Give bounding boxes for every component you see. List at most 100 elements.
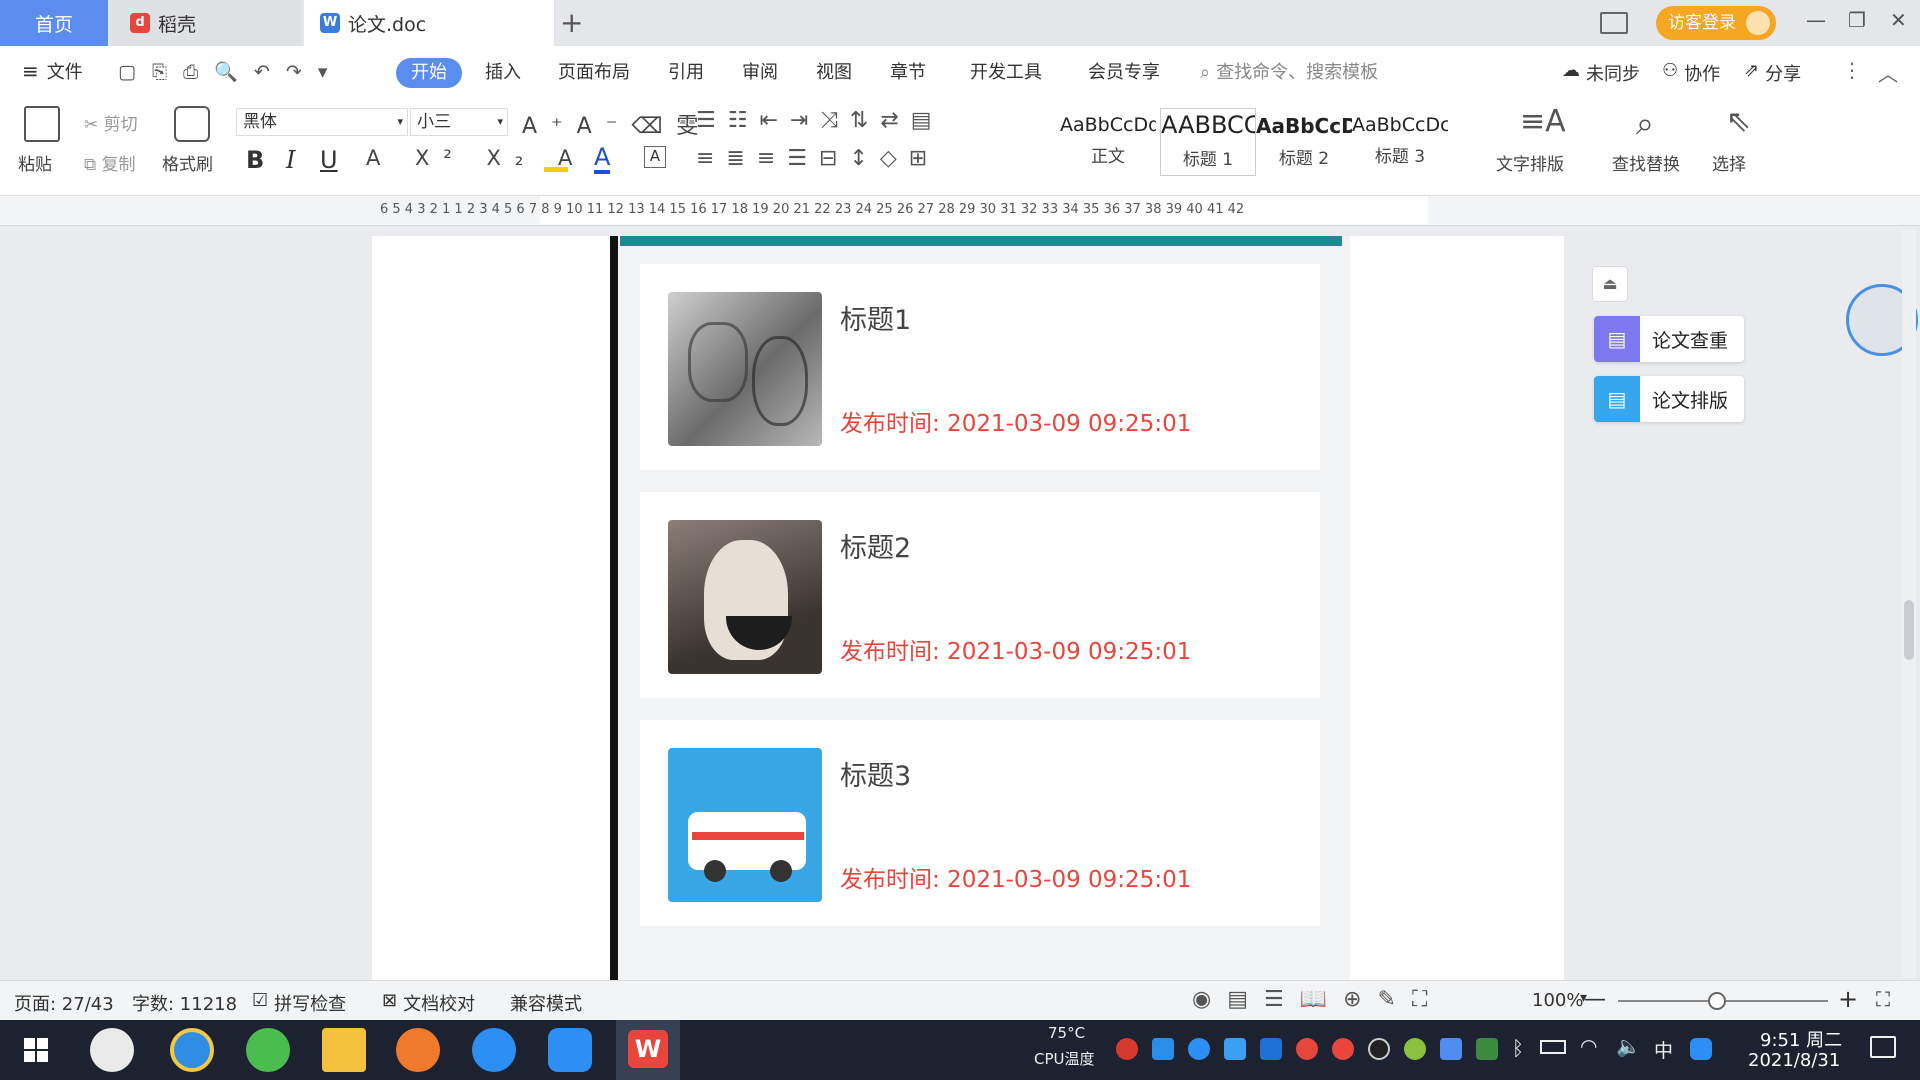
vertical-scrollbar[interactable] bbox=[1902, 230, 1916, 978]
pinwheel-app-icon[interactable] bbox=[90, 1028, 134, 1072]
browser-360-icon[interactable] bbox=[246, 1028, 290, 1072]
page-indicator[interactable]: 页面: 27/43 bbox=[14, 990, 114, 1016]
clock-time[interactable]: 9:51 周二 bbox=[1760, 1026, 1842, 1052]
tray-app-icon[interactable] bbox=[1224, 1038, 1246, 1060]
ie-browser-icon[interactable] bbox=[170, 1028, 214, 1072]
style-heading-3[interactable]: AaBbCcDc 标题 3 bbox=[1352, 108, 1448, 176]
collab-button[interactable]: ⚇ 协作 bbox=[1662, 60, 1720, 86]
daoke-icon: d bbox=[130, 13, 150, 33]
find-icon[interactable]: ⌕ bbox=[1636, 104, 1654, 143]
volume-icon[interactable]: 🔈 bbox=[1616, 1034, 1641, 1058]
font-name-select[interactable]: 黑体 ▾ bbox=[236, 108, 408, 136]
tab-chapter[interactable]: 章节 bbox=[890, 58, 926, 88]
tray-app-icon[interactable] bbox=[1404, 1038, 1426, 1060]
font-size-select[interactable]: 小三 ▾ bbox=[410, 108, 508, 136]
collapse-up-icon[interactable]: ⏏ bbox=[1592, 266, 1628, 302]
copy-button[interactable]: ⧉ 复制 bbox=[84, 150, 136, 175]
tab-home[interactable]: 首页 bbox=[0, 0, 108, 46]
char-border-icon[interactable]: A bbox=[644, 146, 666, 168]
highlight-icon[interactable] bbox=[544, 150, 568, 172]
text-layout-icon[interactable]: ≡A bbox=[1520, 104, 1566, 139]
notification-icon[interactable] bbox=[1870, 1036, 1896, 1058]
nvidia-icon[interactable] bbox=[1476, 1038, 1498, 1060]
style-heading-1[interactable]: AABBCC 标题 1 bbox=[1160, 108, 1256, 176]
bold-button[interactable]: B bbox=[246, 146, 264, 174]
zoom-in-button[interactable]: + bbox=[1838, 985, 1858, 1013]
file-menu[interactable]: ≡ 文件 bbox=[22, 58, 83, 84]
thesis-layout-button[interactable]: ▤ 论文排版 bbox=[1594, 376, 1744, 422]
list-indent-icons[interactable]: ☰☷⇤⇥⤨⇅⇄▤ bbox=[696, 108, 944, 133]
tray-app-icon[interactable] bbox=[1116, 1038, 1138, 1060]
close-button[interactable]: ✕ bbox=[1890, 8, 1907, 32]
blue-app-icon[interactable] bbox=[548, 1028, 592, 1072]
tab-review[interactable]: 审阅 bbox=[742, 58, 778, 88]
tab-document[interactable]: W 论文.doc bbox=[304, 0, 554, 46]
find-replace-button[interactable]: 查找替换 bbox=[1612, 150, 1680, 175]
bluetooth-icon[interactable]: ᛒ bbox=[1512, 1036, 1524, 1060]
tray-app-icon[interactable] bbox=[1188, 1038, 1210, 1060]
sync-button[interactable]: ☁ 未同步 bbox=[1562, 60, 1640, 86]
restore-button[interactable]: ❐ bbox=[1848, 8, 1866, 32]
more-icon[interactable]: ⋮ bbox=[1842, 58, 1862, 82]
feishu-icon[interactable] bbox=[472, 1028, 516, 1072]
paragraph-align-icons[interactable]: ≡≣≡☰⊟↕◇⊞ bbox=[696, 146, 939, 171]
zoom-out-button[interactable]: — bbox=[1584, 987, 1606, 1012]
windows-start-icon[interactable] bbox=[24, 1038, 48, 1062]
style-heading-1-preview: AABBCC bbox=[1161, 111, 1255, 139]
italic-button[interactable]: I bbox=[286, 146, 295, 174]
zoom-slider-handle[interactable] bbox=[1708, 992, 1726, 1010]
quick-access-icons[interactable]: ▢⎘⎙🔍↶↷▾ bbox=[118, 60, 343, 83]
tab-start[interactable]: 开始 bbox=[396, 58, 462, 88]
tab-member[interactable]: 会员专享 bbox=[1088, 58, 1160, 88]
tab-references[interactable]: 引用 bbox=[668, 58, 704, 88]
tray-app-icon[interactable] bbox=[1296, 1038, 1318, 1060]
collapse-ribbon-icon[interactable]: ︿ bbox=[1878, 58, 1898, 87]
new-tab-button[interactable]: + bbox=[560, 6, 583, 39]
cursor-icon[interactable]: ⇖ bbox=[1726, 104, 1751, 139]
text-layout-button[interactable]: 文字排版 bbox=[1496, 150, 1564, 175]
orange-app-icon[interactable] bbox=[396, 1028, 440, 1072]
thesis-check-button[interactable]: ▤ 论文查重 bbox=[1594, 316, 1744, 362]
tray-app-icon[interactable] bbox=[1440, 1038, 1462, 1060]
tray-app-icon[interactable] bbox=[1332, 1038, 1354, 1060]
tab-insert[interactable]: 插入 bbox=[485, 58, 521, 88]
horizontal-ruler[interactable]: 6 5 4 3 2 1 1 2 3 4 5 6 7 8 9 10 11 12 1… bbox=[0, 196, 1920, 226]
paste-icon[interactable] bbox=[24, 106, 60, 142]
minimize-button[interactable]: — bbox=[1806, 8, 1826, 32]
tab-daoke[interactable]: d 稻壳 bbox=[110, 0, 302, 46]
layout-icon[interactable] bbox=[1600, 12, 1628, 34]
share-button[interactable]: ⇗ 分享 bbox=[1744, 60, 1801, 86]
clock-date[interactable]: 2021/8/31 bbox=[1748, 1050, 1840, 1071]
fullscreen-icon[interactable]: ⛶ bbox=[1876, 987, 1890, 1011]
style-normal[interactable]: AaBbCcDd 正文 bbox=[1060, 108, 1156, 176]
command-search[interactable]: ⌕ 查找命令、搜索模板 bbox=[1200, 58, 1378, 88]
search-app-icon[interactable] bbox=[1690, 1038, 1712, 1060]
tab-page-layout[interactable]: 页面布局 bbox=[558, 58, 630, 88]
wps-taskbar-button[interactable]: W bbox=[616, 1020, 680, 1080]
zoom-level[interactable]: 100% bbox=[1532, 990, 1583, 1011]
wifi-icon[interactable]: ◠ bbox=[1580, 1034, 1597, 1058]
file-explorer-icon[interactable] bbox=[322, 1028, 366, 1072]
view-mode-icons[interactable]: ◉▤☰📖⊕✎⛶ bbox=[1192, 987, 1443, 1012]
cut-button[interactable]: ✂ 剪切 bbox=[84, 110, 138, 135]
style-heading-2[interactable]: AaBbCcD 标题 2 bbox=[1256, 108, 1352, 176]
login-button[interactable]: 访客登录 bbox=[1656, 6, 1776, 40]
tray-app-icon[interactable] bbox=[1152, 1038, 1174, 1060]
shield-icon[interactable] bbox=[1260, 1038, 1282, 1060]
tab-developer[interactable]: 开发工具 bbox=[970, 58, 1042, 88]
format-painter-icon[interactable] bbox=[174, 106, 210, 142]
spell-check-button[interactable]: ☑ 拼写检查 bbox=[252, 990, 346, 1016]
underline-button[interactable]: U bbox=[320, 146, 338, 174]
word-count[interactable]: 字数: 11218 bbox=[132, 990, 237, 1016]
font-adjust-icons[interactable]: A⁺A⁻⌫雯 bbox=[522, 108, 712, 140]
ime-indicator[interactable]: 中 bbox=[1654, 1036, 1673, 1063]
battery-icon[interactable] bbox=[1540, 1040, 1566, 1054]
font-color-icon[interactable]: A bbox=[594, 144, 611, 174]
paste-button[interactable]: 粘贴 bbox=[18, 150, 52, 175]
select-button[interactable]: 选择 bbox=[1712, 150, 1746, 175]
tab-view[interactable]: 视图 bbox=[816, 58, 852, 88]
scrollbar-thumb[interactable] bbox=[1904, 600, 1914, 660]
format-painter-button[interactable]: 格式刷 bbox=[162, 150, 213, 175]
proofread-button[interactable]: ⊠ 文档校对 bbox=[382, 990, 475, 1016]
qq-icon[interactable] bbox=[1368, 1038, 1390, 1060]
